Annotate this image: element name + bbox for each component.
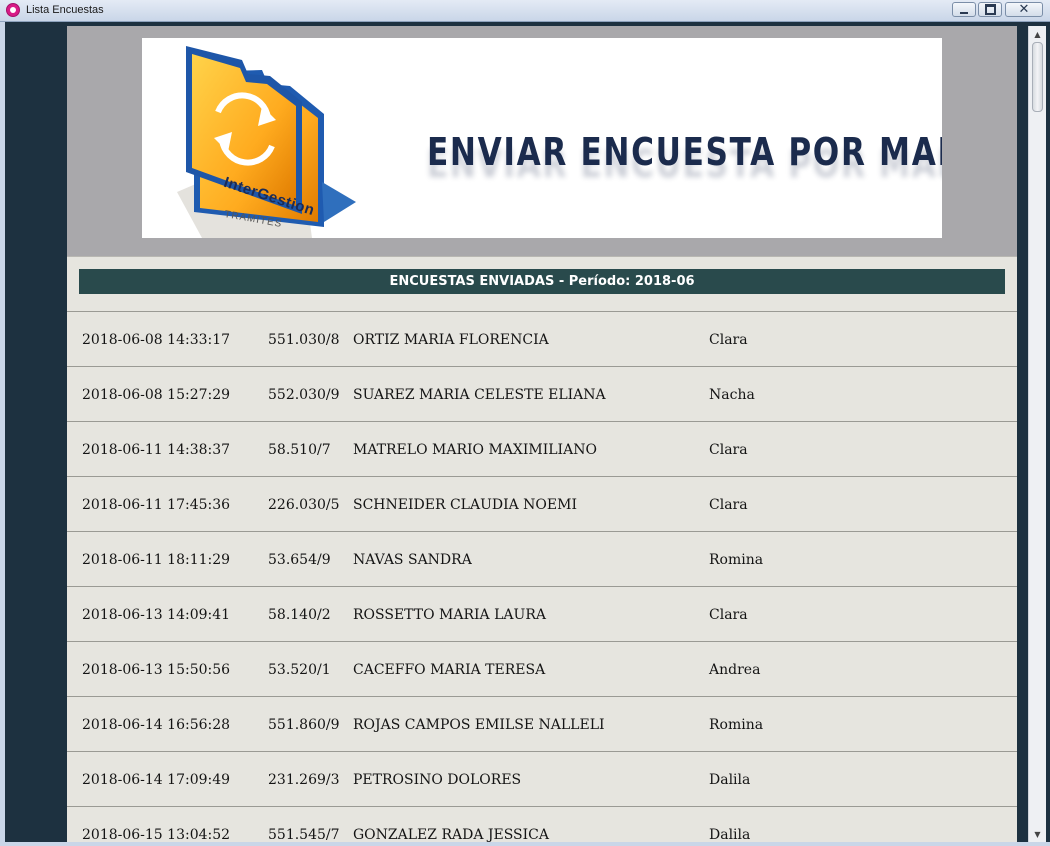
row-id: 231.269/3 [268,772,340,788]
row-datetime: 2018-06-15 13:04:52 [82,827,231,842]
divider [67,256,1017,257]
banner-title: ENVIAR ENCUESTA POR MAIL [427,130,942,174]
row-name: CACEFFO MARIA TERESA [353,662,546,678]
table-row[interactable]: 2018-06-08 14:33:17 551.030/8 ORTIZ MARI… [67,311,1017,366]
app-icon [6,3,20,17]
row-datetime: 2018-06-11 14:38:37 [82,442,231,458]
table-row[interactable]: 2018-06-08 15:27:29 552.030/9 SUAREZ MAR… [67,366,1017,421]
table-row[interactable]: 2018-06-11 14:38:37 58.510/7 MATRELO MAR… [67,421,1017,476]
survey-list: 2018-06-08 14:33:17 551.030/8 ORTIZ MARI… [67,311,1017,842]
row-datetime: 2018-06-11 18:11:29 [82,552,231,568]
arrow-down-icon[interactable]: ▼ [1029,826,1046,842]
banner: InterGestion TRAMITES ENVIAR ENCUESTA PO… [142,38,942,238]
window-title: Lista Encuestas [26,4,104,16]
row-user: Dalila [709,827,751,842]
folder-logo-icon: InterGestion TRAMITES [172,42,362,238]
close-icon: ✕ [1018,2,1030,17]
vertical-scrollbar[interactable]: ▲ ▼ [1028,26,1046,842]
row-datetime: 2018-06-08 14:33:17 [82,332,231,348]
table-row[interactable]: 2018-06-13 14:09:41 58.140/2 ROSSETTO MA… [67,586,1017,641]
row-user: Romina [709,552,764,568]
scroll-thumb[interactable] [1032,42,1043,112]
row-id: 552.030/9 [268,387,340,403]
row-id: 58.510/7 [268,442,331,458]
row-name: PETROSINO DOLORES [353,772,522,788]
row-datetime: 2018-06-08 15:27:29 [82,387,231,403]
maximize-button[interactable] [978,2,1002,17]
row-datetime: 2018-06-14 16:56:28 [82,717,231,733]
close-button[interactable]: ✕ [1005,2,1043,17]
row-id: 53.520/1 [268,662,331,678]
title-bar: Lista Encuestas ✕ [0,0,1050,22]
table-row[interactable]: 2018-06-11 17:45:36 226.030/5 SCHNEIDER … [67,476,1017,531]
row-id: 53.654/9 [268,552,331,568]
main-content: InterGestion TRAMITES ENVIAR ENCUESTA PO… [67,26,1017,842]
right-sidebar-band [1017,26,1028,842]
table-row[interactable]: 2018-06-13 15:50:56 53.520/1 CACEFFO MAR… [67,641,1017,696]
table-row[interactable]: 2018-06-14 17:09:49 231.269/3 PETROSINO … [67,751,1017,806]
minimize-button[interactable] [952,2,976,17]
row-datetime: 2018-06-13 15:50:56 [82,662,231,678]
row-id: 551.860/9 [268,717,340,733]
row-user: Andrea [709,662,761,678]
row-datetime: 2018-06-11 17:45:36 [82,497,231,513]
table-row[interactable]: 2018-06-11 18:11:29 53.654/9 NAVAS SANDR… [67,531,1017,586]
row-id: 58.140/2 [268,607,331,623]
arrow-up-icon[interactable]: ▲ [1029,26,1046,42]
row-user: Clara [709,332,748,348]
row-user: Nacha [709,387,755,403]
window-frame-bottom [0,842,1050,846]
row-user: Romina [709,717,764,733]
row-id: 551.030/8 [268,332,340,348]
row-name: SUAREZ MARIA CELESTE ELIANA [353,387,606,403]
row-name: MATRELO MARIO MAXIMILIANO [353,442,597,458]
row-user: Dalila [709,772,751,788]
table-row[interactable]: 2018-06-15 13:04:52 551.545/7 GONZALEZ R… [67,806,1017,842]
row-name: NAVAS SANDRA [353,552,472,568]
row-id: 226.030/5 [268,497,340,513]
row-datetime: 2018-06-13 14:09:41 [82,607,231,623]
row-datetime: 2018-06-14 17:09:49 [82,772,231,788]
banner-area: InterGestion TRAMITES ENVIAR ENCUESTA PO… [67,26,1017,256]
row-name: ORTIZ MARIA FLORENCIA [353,332,549,348]
table-row[interactable]: 2018-06-14 16:56:28 551.860/9 ROJAS CAMP… [67,696,1017,751]
row-id: 551.545/7 [268,827,340,842]
row-name: ROSSETTO MARIA LAURA [353,607,546,623]
row-name: GONZALEZ RADA JESSICA [353,827,549,842]
row-name: ROJAS CAMPOS EMILSE NALLELI [353,717,605,733]
period-header: ENCUESTAS ENVIADAS - Período: 2018-06 [79,269,1005,294]
row-user: Clara [709,607,748,623]
row-name: SCHNEIDER CLAUDIA NOEMI [353,497,577,513]
row-user: Clara [709,497,748,513]
row-user: Clara [709,442,748,458]
left-sidebar-band [5,26,67,842]
